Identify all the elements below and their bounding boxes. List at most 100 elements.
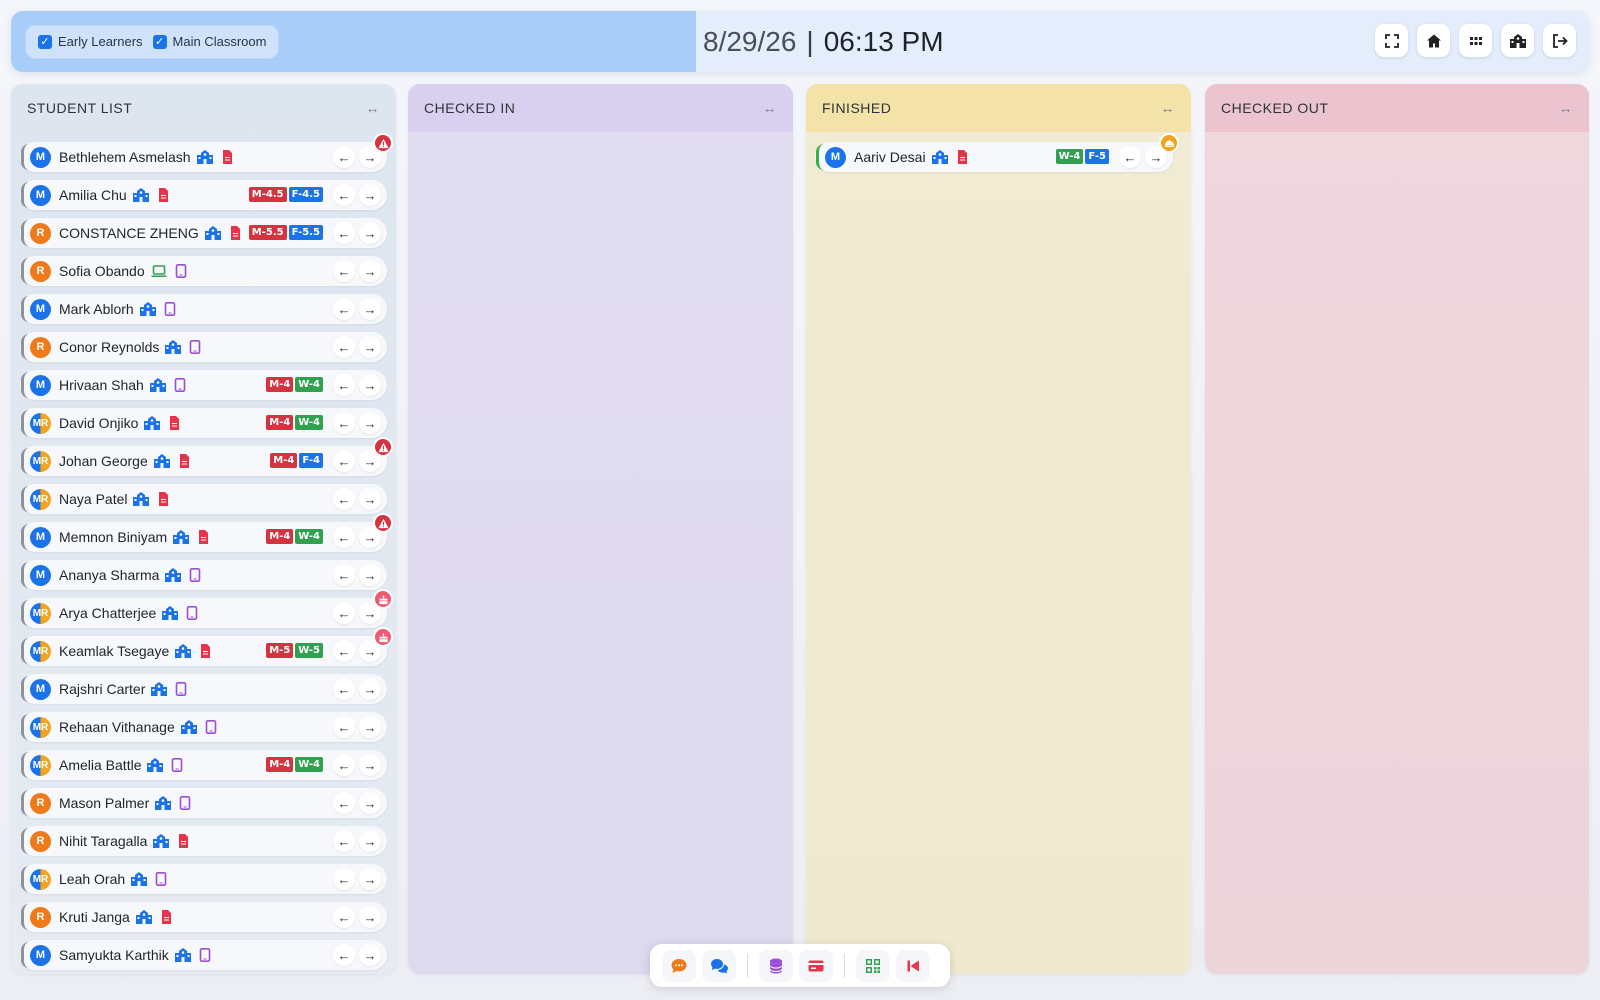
warning-icon[interactable] (373, 513, 393, 533)
student-name[interactable]: Samyukta Karthik (59, 947, 169, 963)
student-card[interactable]: M Rajshri Carter ← → (20, 674, 387, 704)
student-name[interactable]: Naya Patel (59, 491, 127, 507)
move-forward-button[interactable]: → (359, 374, 381, 396)
student-card[interactable]: MR Johan George M-4 F-4 ← → (20, 437, 393, 476)
student-card[interactable]: R Sofia Obando ← → (20, 256, 387, 286)
student-card[interactable]: M Amilia Chu M-4.5 F-4.5 ← → (20, 180, 387, 210)
move-back-button[interactable]: ← (333, 374, 355, 396)
move-back-button[interactable]: ← (333, 754, 355, 776)
warning-icon[interactable] (373, 133, 393, 153)
student-name[interactable]: Bethlehem Asmelash (59, 149, 191, 165)
move-back-button[interactable]: ← (333, 526, 355, 548)
student-name[interactable]: Conor Reynolds (59, 339, 159, 355)
move-forward-button[interactable]: → (359, 716, 381, 738)
expand-icon[interactable]: ↔ (1559, 100, 1574, 116)
home-button[interactable] (1417, 24, 1450, 57)
move-forward-button[interactable]: → (359, 260, 381, 282)
student-name[interactable]: Sofia Obando (59, 263, 145, 279)
student-name[interactable]: Rehaan Vithanage (59, 719, 175, 735)
expand-icon[interactable]: ↔ (366, 100, 381, 116)
move-back-button[interactable]: ← (333, 678, 355, 700)
card-drag-handle[interactable] (21, 220, 29, 246)
skip-back-button[interactable] (896, 949, 930, 982)
move-back-button[interactable]: ← (333, 830, 355, 852)
move-back-button[interactable]: ← (333, 906, 355, 928)
database-button[interactable] (759, 949, 793, 982)
move-back-button[interactable]: ← (333, 716, 355, 738)
card-drag-handle[interactable] (21, 638, 29, 664)
student-name[interactable]: Amilia Chu (59, 187, 127, 203)
student-name[interactable]: Mason Palmer (59, 795, 149, 811)
student-card[interactable]: M Memnon Biniyam M-4 W-4 ← → (20, 513, 393, 552)
conversations-button[interactable] (702, 949, 736, 982)
student-name[interactable]: Nihit Taragalla (59, 833, 147, 849)
student-card[interactable]: M Ananya Sharma ← → (20, 560, 387, 590)
student-card[interactable]: MR Naya Patel ← → (20, 484, 387, 514)
logout-button[interactable] (1543, 24, 1576, 57)
move-forward-button[interactable]: → (359, 754, 381, 776)
expand-icon[interactable]: ↔ (1161, 100, 1176, 116)
student-card[interactable]: MR Leah Orah ← → (20, 864, 387, 894)
student-name[interactable]: Johan George (59, 453, 148, 469)
card-drag-handle[interactable] (21, 904, 29, 930)
student-name[interactable]: Keamlak Tsegaye (59, 643, 169, 659)
card-drag-handle[interactable] (21, 524, 29, 550)
move-back-button[interactable]: ← (333, 602, 355, 624)
card-drag-handle[interactable] (21, 296, 29, 322)
birthday-cake-icon[interactable] (373, 627, 393, 647)
student-card[interactable]: R CONSTANCE ZHENG M-5.5 F-5.5 ← → (20, 218, 387, 248)
student-name[interactable]: Amelia Battle (59, 757, 141, 773)
move-back-button[interactable]: ← (333, 640, 355, 662)
move-back-button[interactable]: ← (333, 564, 355, 586)
chat-button[interactable] (662, 949, 696, 982)
pickup-icon[interactable] (1159, 133, 1179, 153)
student-card[interactable]: M Mark Ablorh ← → (20, 294, 387, 324)
qr-code-button[interactable] (856, 949, 890, 982)
student-name[interactable]: Ananya Sharma (59, 567, 159, 583)
move-back-button[interactable]: ← (333, 184, 355, 206)
card-drag-handle[interactable] (21, 714, 29, 740)
move-back-button[interactable]: ← (333, 488, 355, 510)
birthday-cake-icon[interactable] (373, 589, 393, 609)
move-forward-button[interactable]: → (359, 906, 381, 928)
card-drag-handle[interactable] (21, 828, 29, 854)
card-drag-handle[interactable] (816, 144, 824, 170)
move-forward-button[interactable]: → (359, 944, 381, 966)
filter-early-learners[interactable]: ✓ Early Learners (38, 34, 143, 49)
student-card[interactable]: M Samyukta Karthik ← → (20, 940, 387, 970)
card-drag-handle[interactable] (21, 486, 29, 512)
student-card[interactable]: MR Keamlak Tsegaye M-5 W-5 ← → (20, 627, 393, 666)
student-card[interactable]: MR David Onjiko M-4 W-4 ← → (20, 408, 387, 438)
student-name[interactable]: Mark Ablorh (59, 301, 134, 317)
expand-icon[interactable]: ↔ (763, 100, 778, 116)
card-drag-handle[interactable] (21, 562, 29, 588)
move-back-button[interactable]: ← (333, 260, 355, 282)
move-forward-button[interactable]: → (359, 564, 381, 586)
card-drag-handle[interactable] (21, 448, 29, 474)
card-drag-handle[interactable] (21, 790, 29, 816)
student-card[interactable]: R Mason Palmer ← → (20, 788, 387, 818)
card-drag-handle[interactable] (21, 942, 29, 968)
move-forward-button[interactable]: → (359, 830, 381, 852)
student-card[interactable]: R Kruti Janga ← → (20, 902, 387, 932)
move-back-button[interactable]: ← (1119, 146, 1141, 168)
student-name[interactable]: Kruti Janga (59, 909, 130, 925)
student-name[interactable]: Leah Orah (59, 871, 125, 887)
card-drag-handle[interactable] (21, 144, 29, 170)
student-card[interactable]: R Conor Reynolds ← → (20, 332, 387, 362)
card-drag-handle[interactable] (21, 334, 29, 360)
checkbox-checked-icon[interactable]: ✓ (152, 34, 167, 49)
student-name[interactable]: Aariv Desai (854, 149, 926, 165)
student-name[interactable]: David Onjiko (59, 415, 138, 431)
student-name[interactable]: Arya Chatterjee (59, 605, 156, 621)
card-drag-handle[interactable] (21, 372, 29, 398)
move-forward-button[interactable]: → (359, 792, 381, 814)
move-back-button[interactable]: ← (333, 298, 355, 320)
move-back-button[interactable]: ← (333, 944, 355, 966)
move-forward-button[interactable]: → (359, 184, 381, 206)
move-forward-button[interactable]: → (359, 488, 381, 510)
student-card[interactable]: R Nihit Taragalla ← → (20, 826, 387, 856)
apps-button[interactable] (1459, 24, 1492, 57)
card-drag-handle[interactable] (21, 410, 29, 436)
student-name[interactable]: Memnon Biniyam (59, 529, 167, 545)
